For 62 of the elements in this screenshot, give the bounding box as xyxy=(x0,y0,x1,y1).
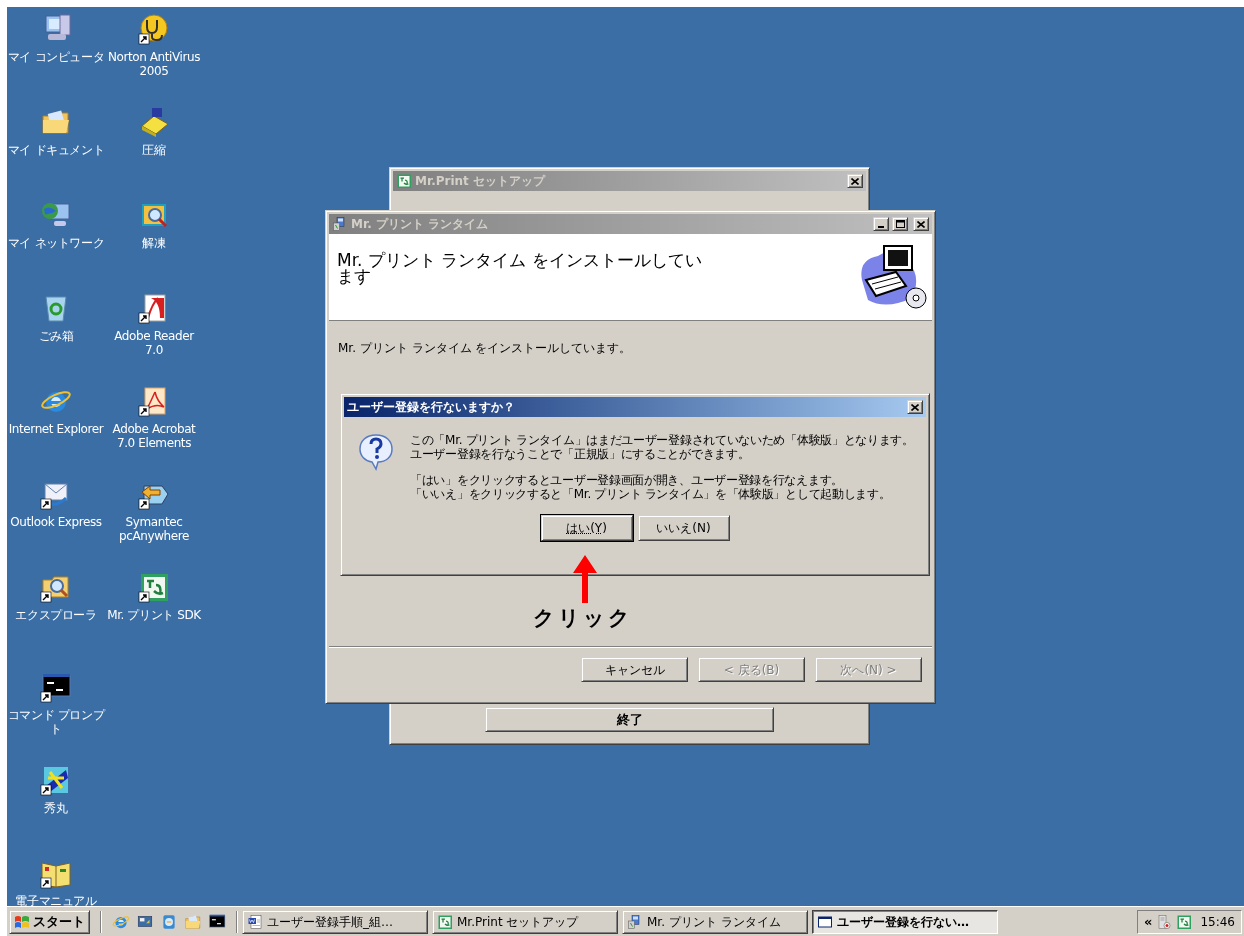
taskbar-button[interactable]: Mr.Print セットアップ xyxy=(432,909,618,934)
close-button[interactable] xyxy=(847,174,863,188)
tile-icon[interactable] xyxy=(138,571,170,603)
icon-label[interactable]: 解凍 xyxy=(105,236,203,250)
status-text: Mr. プリント ランタイム をインストールしています。 xyxy=(338,341,632,355)
icon-label[interactable]: Mr. プリント SDK xyxy=(105,608,203,622)
stethoscope-icon[interactable] xyxy=(138,13,170,45)
icon-label[interactable]: Outlook Express xyxy=(7,515,105,529)
tray-expand-button[interactable]: « xyxy=(1144,911,1153,932)
icon-label[interactable]: マイ ネットワーク xyxy=(7,236,105,250)
message-text: 「いいえ」をクリックすると「Mr. プリント ランタイム」を「体験版」として起動します。 xyxy=(410,487,892,501)
icon-label[interactable]: Adobe Acrobat 7.0 Elements xyxy=(105,422,203,450)
icon-label[interactable]: マイ ドキュメント xyxy=(7,143,105,157)
icon-label[interactable]: Internet Explorer xyxy=(7,422,105,436)
icon-label[interactable]: Norton AntiVirus 2005 xyxy=(105,50,203,78)
finish-button[interactable]: 終了 xyxy=(485,707,774,732)
message-text: この「Mr. プリント ランタイム」はまだユーザー登録されていないため「体験版」となります。 xyxy=(410,433,914,447)
close-icon xyxy=(851,177,859,185)
windows-flag-icon xyxy=(14,913,30,930)
tile-icon xyxy=(437,913,453,930)
icon-label[interactable]: Symantec pcAnywhere xyxy=(105,515,203,543)
dialog-button[interactable]: キャンセル xyxy=(581,657,688,682)
icon-label[interactable]: Adobe Reader 7.0 xyxy=(105,329,203,357)
window-icon xyxy=(817,913,833,930)
tile-icon[interactable] xyxy=(1176,913,1193,930)
question-icon xyxy=(356,431,396,471)
maximize-icon xyxy=(895,220,905,228)
icon-label[interactable]: 電子マニュアル xyxy=(7,894,105,906)
close-button[interactable] xyxy=(907,400,923,414)
window-title: Mr. プリント ランタイム xyxy=(351,216,490,233)
window-title: Mr.Print セットアップ xyxy=(415,173,547,190)
tile-icon xyxy=(396,173,412,189)
window-title: ユーザー登録を行ないますか？ xyxy=(347,399,516,416)
message-text: ユーザー登録を行なうことで「正規版」にすることができます。 xyxy=(410,447,751,461)
wizard-heading: Mr. プリント ランタイム をインストールしています xyxy=(337,252,703,284)
icon-label[interactable]: エクスプローラ xyxy=(7,608,105,622)
close-icon xyxy=(911,403,919,411)
start-button[interactable]: スタート xyxy=(9,909,90,934)
maximize-button[interactable] xyxy=(892,217,908,231)
icon-label[interactable]: コマンド プロンプト xyxy=(7,708,105,736)
installer-icon xyxy=(627,913,643,930)
console-icon[interactable] xyxy=(40,671,72,703)
message-text: 「はい」をクリックするとユーザー登録画面が開き、ユーザー登録を行なえます。 xyxy=(410,473,844,487)
icon-label[interactable]: マイ コンピュータ xyxy=(7,50,105,64)
dialog-button[interactable]: いいえ(N) xyxy=(637,515,730,541)
pointer-arrow xyxy=(573,555,597,603)
server-icon[interactable] xyxy=(1156,913,1173,930)
dialog-button[interactable]: はい(Y) xyxy=(540,515,633,541)
close-icon xyxy=(917,220,925,228)
annotation-label: クリック xyxy=(533,605,633,632)
taskbar-button[interactable]: Mr. プリント ランタイム xyxy=(622,909,808,934)
taskbar-button[interactable]: ユーザー登録手順_組… xyxy=(242,909,428,934)
minimize-button[interactable] xyxy=(873,217,889,231)
taskbar-button[interactable]: ユーザー登録を行ない… xyxy=(812,909,998,934)
console-icon[interactable] xyxy=(208,912,226,931)
installer-icon xyxy=(332,216,348,232)
clock: 15:46 xyxy=(1200,913,1235,931)
word-document-icon xyxy=(247,913,263,930)
icon-label[interactable]: 圧縮 xyxy=(105,143,203,157)
close-button[interactable] xyxy=(913,217,929,231)
icon-label[interactable]: 秀丸 xyxy=(7,801,105,815)
icon-label[interactable]: ごみ箱 xyxy=(7,329,105,343)
